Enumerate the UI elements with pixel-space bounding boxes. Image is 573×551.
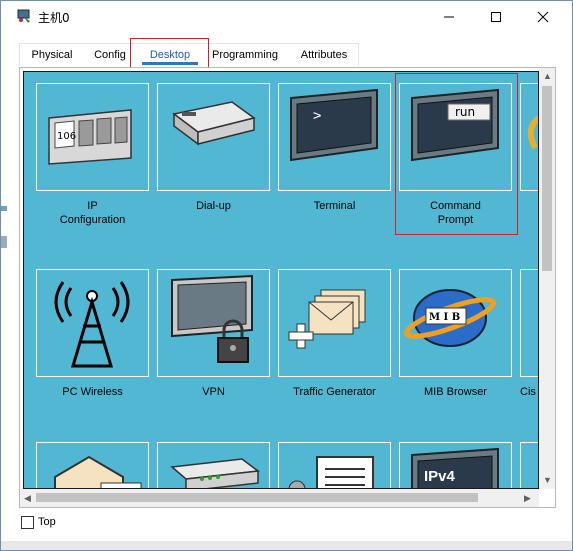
app-tile-device[interactable]	[157, 442, 270, 488]
minimize-icon	[444, 16, 454, 18]
background-window-fragment	[1, 206, 7, 248]
label-line: Traffic Generator	[293, 386, 376, 398]
app-tile-partial-right[interactable]	[520, 83, 538, 191]
app-tile-partial-right-2[interactable]	[520, 269, 539, 377]
email-icon	[54, 455, 142, 488]
ip-config-icon: 106	[48, 109, 132, 165]
app-tile-ipv4[interactable]: IPv4	[399, 442, 512, 488]
partial-app-icon	[525, 274, 539, 372]
tab-programming[interactable]: Programming	[207, 43, 283, 67]
always-on-top-label: Top	[38, 516, 56, 528]
app-tile-partial-right-3[interactable]	[520, 442, 539, 489]
always-on-top-checkbox[interactable]	[21, 516, 34, 529]
packet-tracer-app-icon	[17, 9, 30, 23]
scroll-left-arrow-icon[interactable]: ◀	[24, 493, 31, 503]
app-label-traffic-generator: Traffic Generator	[274, 385, 395, 399]
app-tile-dial-up[interactable]	[157, 83, 270, 191]
tab-label: Physical	[31, 49, 73, 61]
vertical-scroll-thumb[interactable]	[542, 86, 552, 271]
app-tile-pc-wireless[interactable]	[36, 269, 149, 377]
app-tile-document[interactable]	[278, 442, 391, 488]
label-line: PC Wireless	[62, 386, 123, 398]
ip-config-icon-text: 106	[57, 131, 76, 142]
mib-icon-text: M I B	[429, 312, 460, 323]
app-label-partial: Cis	[516, 385, 538, 399]
close-button[interactable]	[520, 1, 566, 33]
modem-icon	[172, 101, 256, 146]
title-bar[interactable]: 主机0	[1, 1, 572, 33]
app-label-terminal: Terminal	[274, 199, 395, 213]
scroll-down-arrow-icon[interactable]: ▼	[543, 475, 552, 485]
partial-app-icon	[527, 115, 538, 150]
partial-app-icon	[525, 447, 539, 489]
app-tile-ip-configuration[interactable]: 106	[36, 83, 149, 191]
window-title: 主机0	[38, 11, 70, 25]
vertical-scrollbar[interactable]: ▲ ▼	[539, 68, 555, 489]
label-line: Terminal	[313, 200, 356, 212]
ipv6-config-icon: IPv4	[411, 447, 499, 488]
label-line: Dial-up	[196, 200, 231, 212]
label-line: IP	[87, 200, 98, 212]
window-bottom-edge	[1, 541, 572, 550]
scroll-right-arrow-icon[interactable]: ▶	[524, 493, 531, 503]
tab-label: Attributes	[300, 49, 348, 61]
device-icon	[170, 458, 260, 488]
terminal-icon: >	[290, 88, 378, 162]
vpn-lock-icon	[171, 274, 253, 363]
tab-attributes[interactable]: Attributes	[289, 43, 359, 67]
horizontal-scrollbar[interactable]: ◀ ▶	[20, 489, 539, 507]
label-line: MIB Browser	[424, 386, 487, 398]
app-label-mib-browser: MIB Browser	[395, 385, 516, 399]
app-tile-vpn[interactable]	[157, 269, 270, 377]
maximize-button[interactable]	[473, 1, 519, 33]
wireless-tower-icon	[54, 281, 130, 368]
app-tile-mib-browser[interactable]: M I B	[399, 269, 512, 377]
traffic-generator-icon	[288, 289, 366, 349]
ipv4-icon-text: IPv4	[424, 468, 456, 485]
scroll-up-arrow-icon[interactable]: ▲	[543, 71, 552, 81]
app-label-pc-wireless: PC Wireless	[32, 385, 153, 399]
label-line: VPN	[202, 386, 225, 398]
app-tile-email[interactable]	[36, 442, 149, 488]
document-icon	[288, 456, 374, 488]
device-window: 主机0 Physical Config Desktop Programming …	[0, 0, 573, 551]
close-icon	[537, 11, 549, 23]
app-label-ip-configuration: IP Configuration	[32, 199, 153, 227]
app-label-vpn: VPN	[153, 385, 274, 399]
maximize-icon	[491, 12, 501, 22]
tab-config[interactable]: Config	[85, 43, 135, 67]
horizontal-scroll-thumb[interactable]	[36, 493, 478, 502]
app-tile-traffic-generator[interactable]	[278, 269, 391, 377]
mib-browser-icon: M I B	[404, 289, 496, 347]
tab-physical[interactable]: Physical	[19, 43, 85, 67]
app-label-dial-up: Dial-up	[153, 199, 274, 213]
label-line: Cis	[520, 386, 536, 398]
command-prompt-highlight	[395, 73, 518, 235]
label-line: Configuration	[59, 214, 126, 226]
app-tile-terminal[interactable]: >	[278, 83, 391, 191]
tab-label: Config	[94, 49, 126, 61]
tab-label: Programming	[211, 49, 279, 61]
minimize-button[interactable]	[426, 1, 472, 33]
terminal-prompt-symbol: >	[313, 108, 321, 124]
